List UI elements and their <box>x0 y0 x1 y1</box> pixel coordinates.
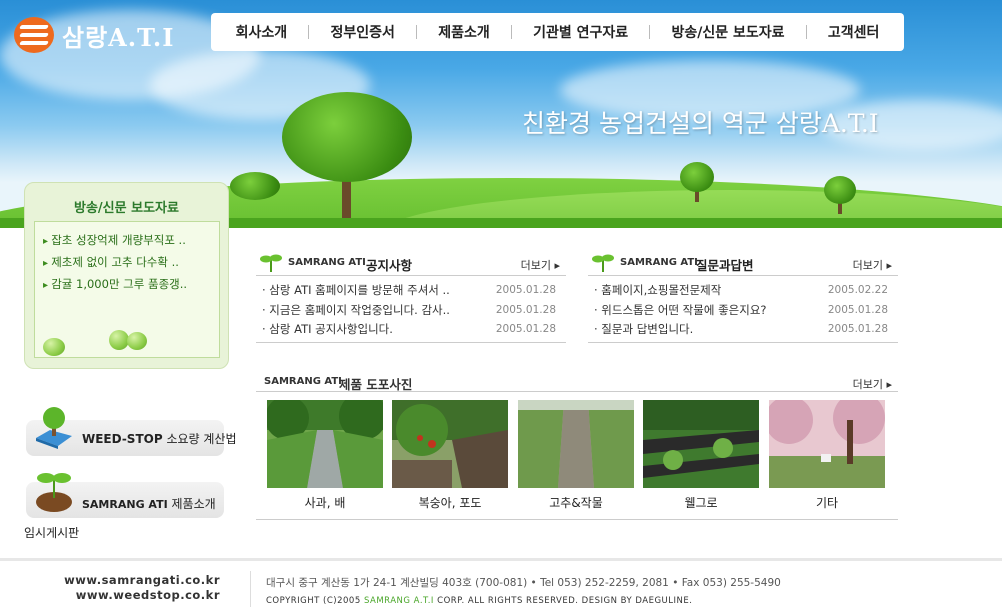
notice-subject: · 삼랑 ATI 홈페이지를 방문해 주셔서 .. <box>262 283 450 297</box>
product-brand: SAMRANG ATI <box>82 498 168 511</box>
footer: www.samrangati.co.kr www.weedstop.co.kr … <box>0 558 1002 612</box>
footer-divider <box>250 571 251 607</box>
nav-company[interactable]: 회사소개 <box>236 22 288 42</box>
gallery-caption: 사과, 배 <box>304 496 346 510</box>
big-tree <box>282 92 412 218</box>
press-item[interactable]: 잡초 성장억제 개량부직포 .. <box>43 230 219 252</box>
footer-website-link[interactable]: www.samrangati.co.kr <box>64 573 220 587</box>
qna-date: 2005.01.28 <box>827 323 888 335</box>
gallery-thumb-etc[interactable] <box>769 400 885 488</box>
nav-divider <box>649 25 651 39</box>
copyright-prefix: COPYRIGHT (C)2005 <box>266 596 364 606</box>
logo-mark-icon <box>14 17 54 53</box>
nav-certificates[interactable]: 정부인증서 <box>330 22 394 42</box>
notice-subject: · 지금은 홈페이지 작업중입니다. 감사.. <box>262 302 450 317</box>
gallery-caption: 복숭아, 포도 <box>418 496 482 510</box>
gallery-caption: 웰그로 <box>684 496 718 510</box>
small-tree <box>680 162 714 202</box>
plum-icon <box>127 332 147 350</box>
nav-divider <box>416 25 418 39</box>
notice-subject: · 삼랑 ATI 공지사항입니다. <box>262 322 393 336</box>
notice-brand: SAMRANG ATI <box>288 257 366 268</box>
qna-row[interactable]: · 위드스톱은 어떤 작물에 좋은지요? 2005.01.28 <box>594 302 898 322</box>
nav-divider <box>510 25 512 39</box>
plum-icon <box>109 330 129 350</box>
footer-copyright: COPYRIGHT (C)2005 SAMRANG A.T.I CORP. AL… <box>266 596 692 606</box>
qna-title: 질문과답변 <box>696 258 754 273</box>
sprout-icon <box>260 254 282 272</box>
gallery-more-link[interactable]: 더보기 ▸ <box>853 376 892 392</box>
sprout-soil-icon <box>36 473 72 512</box>
qna-subject: · 위드스톱은 어떤 작물에 좋은지요? <box>594 302 767 317</box>
product-intro-button[interactable]: SAMRANG ATI 제품소개 <box>26 473 224 518</box>
nav-customer-center[interactable]: 고객센터 <box>828 22 880 42</box>
qna-row[interactable]: · 홈페이지,쇼핑몰전문제작 2005.02.22 <box>594 282 898 302</box>
logo[interactable]: 삼랑A.T.I <box>14 16 174 54</box>
press-item[interactable]: 제초제 없이 고추 다수확 .. <box>43 252 219 274</box>
qna-row[interactable]: · 질문과 답변입니다. 2005.01.28 <box>594 321 898 341</box>
gallery-caption: 고추&작물 <box>549 496 603 510</box>
footer-website-link[interactable]: www.weedstop.co.kr <box>76 588 220 602</box>
sprout-icon <box>592 254 614 272</box>
press-item[interactable]: 감귤 1,000만 그루 품종갱.. <box>43 274 219 296</box>
notice-divider <box>256 342 566 343</box>
qna-header: SAMRANG ATI 질문과답변 더보기 ▸ <box>588 250 898 276</box>
notice-date: 2005.01.28 <box>495 323 556 335</box>
qna-divider <box>588 342 898 343</box>
qna-more-link[interactable]: 더보기 ▸ <box>853 257 892 273</box>
notice-board: SAMRANG ATI 공지사항 더보기 ▸ · 삼랑 ATI 홈페이지를 방문… <box>256 250 566 346</box>
footer-address: 대구시 중구 계산동 1가 24-1 계산빌딩 403호 (700-081) •… <box>266 577 781 589</box>
press-list-panel: 잡초 성장억제 개량부직포 .. 제초제 없이 고추 다수확 .. 감귤 1,0… <box>34 221 220 358</box>
nav-research[interactable]: 기관별 연구자료 <box>533 22 628 42</box>
tree-book-icon <box>36 407 72 449</box>
press-box-title: 방송/신문 보도자료 <box>74 201 179 216</box>
gallery-brand: SAMRANG ATI <box>264 376 342 387</box>
qna-date: 2005.01.28 <box>827 303 888 316</box>
copyright-brand: SAMRANG A.T.I <box>363 596 434 606</box>
gallery-header: SAMRANG ATI 제품 도포사진 더보기 ▸ <box>256 372 898 392</box>
notice-more-link[interactable]: 더보기 ▸ <box>521 257 560 273</box>
qna-brand: SAMRANG ATI <box>620 257 698 268</box>
notice-row[interactable]: · 삼랑 ATI 홈페이지를 방문해 주셔서 .. 2005.01.28 <box>262 282 566 302</box>
notice-row[interactable]: · 지금은 홈페이지 작업중입니다. 감사.. 2005.01.28 <box>262 302 566 322</box>
main-nav: 회사소개 정부인증서 제품소개 기관별 연구자료 방송/신문 보도자료 고객센터 <box>211 13 904 51</box>
nav-products[interactable]: 제품소개 <box>438 22 490 42</box>
gallery-caption: 기타 <box>815 496 839 510</box>
press-box: 방송/신문 보도자료 잡초 성장억제 개량부직포 .. 제초제 없이 고추 다수… <box>24 182 229 369</box>
gallery-thumb-pepper-crops[interactable] <box>518 400 634 488</box>
product-gallery: SAMRANG ATI 제품 도포사진 더보기 ▸ 사과, 배 복숭아, 포도 <box>256 372 898 520</box>
notice-date: 2005.01.28 <box>495 303 556 316</box>
weedstop-label: 소요량 계산법 <box>162 432 237 446</box>
qna-board: SAMRANG ATI 질문과답변 더보기 ▸ · 홈페이지,쇼핑몰전문제작 20… <box>588 250 898 346</box>
temp-board-link[interactable]: 임시게시판 <box>24 524 79 541</box>
gallery-thumb-apple-pear[interactable] <box>267 400 383 488</box>
notice-header: SAMRANG ATI 공지사항 더보기 ▸ <box>256 250 566 276</box>
qna-subject: · 질문과 답변입니다. <box>594 322 694 336</box>
notice-date: 2005.01.28 <box>495 284 556 296</box>
nav-divider <box>308 25 310 39</box>
product-label: 제품소개 <box>167 497 216 511</box>
plum-icon <box>43 338 65 356</box>
nav-press[interactable]: 방송/신문 보도자료 <box>671 22 784 42</box>
weedstop-brand: WEED-STOP <box>82 432 163 446</box>
hero-slogan: 친환경 농업건설의 역군 삼랑A.T.I <box>522 109 879 138</box>
qna-date: 2005.02.22 <box>827 284 888 296</box>
small-tree <box>230 172 280 202</box>
notice-title: 공지사항 <box>366 258 413 273</box>
copyright-suffix: CORP. ALL RIGHTS RESERVED. DESIGN BY DAE… <box>433 596 693 606</box>
notice-row[interactable]: · 삼랑 ATI 공지사항입니다. 2005.01.28 <box>262 321 566 341</box>
small-tree <box>824 176 856 214</box>
nav-divider <box>805 25 807 39</box>
qna-subject: · 홈페이지,쇼핑몰전문제작 <box>594 283 722 297</box>
gallery-thumb-peach-grape[interactable] <box>392 400 508 488</box>
gallery-title: 제품 도포사진 <box>339 377 413 392</box>
weedstop-calc-button[interactable]: WEED-STOP 소요량 계산법 <box>26 407 237 456</box>
logo-text: 삼랑A.T.I <box>62 22 175 52</box>
gallery-thumb-wellgro[interactable] <box>643 400 759 488</box>
